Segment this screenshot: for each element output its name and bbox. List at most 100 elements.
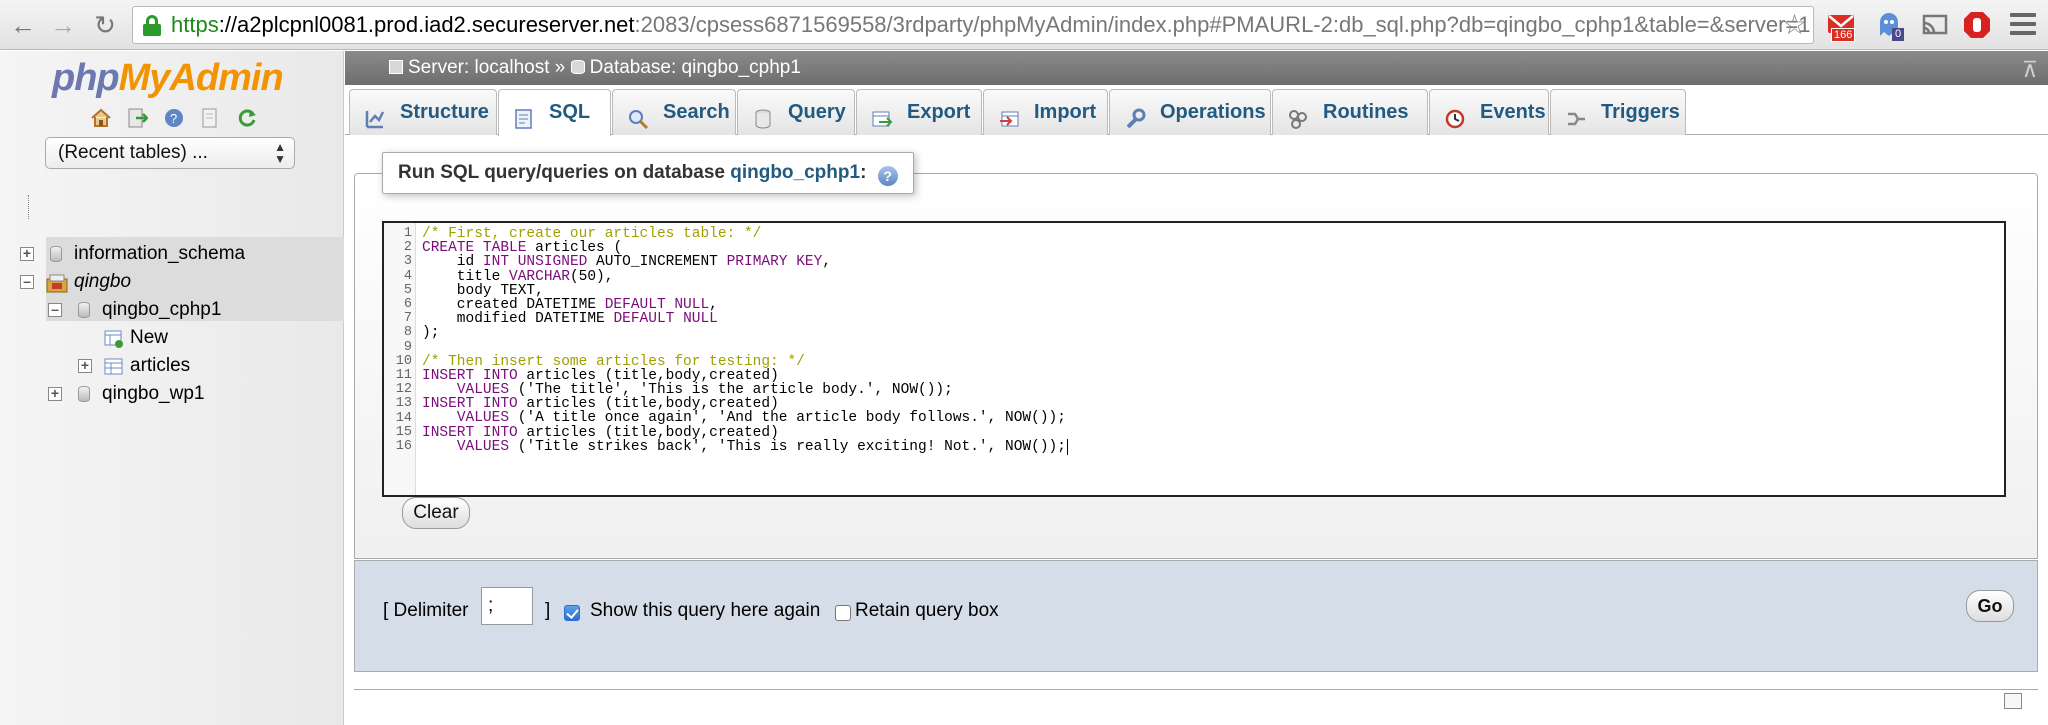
structure-icon xyxy=(364,102,386,129)
code-line: VALUES ('The title', 'This is the articl… xyxy=(456,382,953,399)
recent-tables-select[interactable]: (Recent tables) ... ▲ ▼ xyxy=(45,137,295,169)
query-options-panel: [ Delimiter ; ] Show this query here aga… xyxy=(354,560,2038,672)
line-number: 10 xyxy=(395,353,412,369)
logo-php: php xyxy=(52,57,120,99)
reload-icon[interactable]: ↻ xyxy=(88,8,122,42)
adblock-icon[interactable] xyxy=(1962,10,1992,40)
expand-information-schema-icon[interactable]: + xyxy=(20,246,34,261)
line-number: 11 xyxy=(395,368,412,383)
sql-editor[interactable]: 1 2 3 4 5 6 7 8 9 10 11 12 13 14 15 16 /* First, create… xyxy=(382,221,2006,497)
code-line: INSERT INTO articles (title,body,created… xyxy=(422,424,779,441)
logo-admin: Admin xyxy=(169,57,283,99)
delimiter-input[interactable]: ; xyxy=(481,587,533,625)
tab-routines[interactable]: Routines xyxy=(1272,89,1428,135)
tree-item-qingbo[interactable]: qingbo xyxy=(74,268,131,296)
breadcrumb-server[interactable]: Server: localhost xyxy=(408,57,550,78)
tab-events[interactable]: Events xyxy=(1429,89,1549,135)
tab-structure[interactable]: Structure xyxy=(349,89,497,135)
delimiter-label: [ Delimiter xyxy=(383,600,469,621)
line-number: 9 xyxy=(403,339,412,355)
docs-icon[interactable] xyxy=(199,107,221,129)
cast-icon[interactable] xyxy=(1920,10,1950,40)
clear-button[interactable]: Clear xyxy=(402,497,470,529)
help-icon[interactable]: ? xyxy=(163,107,185,129)
tab-label: SQL xyxy=(549,101,591,123)
tree-item-new[interactable]: New xyxy=(130,324,168,352)
code-line: modified DATETIME DEFAULT NULL xyxy=(422,311,718,328)
tab-export[interactable]: Export xyxy=(856,89,982,135)
tab-label: Export xyxy=(907,101,971,123)
line-number: 7 xyxy=(403,311,412,327)
back-icon[interactable]: ← xyxy=(6,8,40,42)
code-line: created DATETIME DEFAULT NULL, xyxy=(422,296,718,313)
home-icon[interactable] xyxy=(90,107,112,129)
tab-import[interactable]: Import xyxy=(983,89,1108,135)
database-icon xyxy=(78,386,90,402)
reload-nav-icon[interactable] xyxy=(236,107,258,129)
address-bar[interactable]: https://a2plcpnl0081.prod.iad2.secureser… xyxy=(132,6,1814,44)
import-icon xyxy=(998,102,1020,127)
tree-item-information-schema[interactable]: information_schema xyxy=(74,240,245,268)
collapse-qingbo-icon[interactable]: – xyxy=(20,274,34,289)
code-line: ​ xyxy=(422,341,1068,355)
tab-operations[interactable]: Operations xyxy=(1109,89,1271,135)
line-number-gutter: 1 2 3 4 5 6 7 8 9 10 11 12 13 14 15 16 xyxy=(384,223,416,495)
tab-label: Operations xyxy=(1160,101,1266,123)
line-number: 16 xyxy=(395,439,412,454)
legend-text: Run SQL query/queries on database xyxy=(398,162,731,183)
sql-query-legend: Run SQL query/queries on database qingbo… xyxy=(382,152,914,194)
collapse-icon[interactable]: ⊼ xyxy=(2022,53,2038,87)
browser-menu-icon[interactable] xyxy=(2010,13,2036,37)
database-crumb-icon xyxy=(570,60,585,74)
server-icon xyxy=(389,60,403,74)
navigation-panel: phpMyAdmin ? (Recent tables) ... ▲ ▼ + in… xyxy=(0,51,344,725)
tree-item-qingbo-cphp1[interactable]: qingbo_cphp1 xyxy=(102,296,221,324)
breadcrumb-database[interactable]: Database: qingbo_cphp1 xyxy=(590,57,801,78)
search-icon xyxy=(627,102,649,130)
tab-triggers[interactable]: Triggers xyxy=(1550,89,1686,135)
retain-query-checkbox[interactable] xyxy=(835,605,851,621)
console-icon[interactable] xyxy=(2004,693,2022,709)
tree-item-qingbo-wp1[interactable]: qingbo_wp1 xyxy=(102,380,204,408)
tab-sql[interactable]: SQL xyxy=(498,89,611,136)
go-button[interactable]: Go xyxy=(1966,590,2014,622)
browser-toolbar: ← → ↻ https://a2plcpnl0081.prod.iad2.sec… xyxy=(0,0,2048,50)
expand-qingbo-wp1-icon[interactable]: + xyxy=(48,386,62,401)
recent-tables-value: (Recent tables) ... xyxy=(58,142,208,163)
collapse-qingbo-cphp1-icon[interactable]: – xyxy=(48,302,62,317)
retain-query-label[interactable]: Retain query box xyxy=(855,597,999,625)
line-number: 12 xyxy=(395,382,412,398)
code-line: VALUES ('Title strikes back', 'This is r… xyxy=(456,438,1068,455)
tab-label: Query xyxy=(788,101,846,123)
url-path: :2083/cpsess6871569558/3rdparty/phpMyAdm… xyxy=(634,12,1814,37)
sql-code[interactable]: /* First, create our articles table: */C… xyxy=(422,227,1068,455)
tab-query[interactable]: Query xyxy=(737,89,855,135)
line-number: 2 xyxy=(403,240,412,256)
logo-my: My xyxy=(118,57,171,99)
line-number: 15 xyxy=(395,424,412,440)
help-icon[interactable]: ? xyxy=(877,166,898,186)
tree-item-articles[interactable]: articles xyxy=(130,352,190,380)
forward-icon[interactable]: → xyxy=(46,8,80,42)
logout-icon[interactable] xyxy=(126,107,150,129)
line-number: 13 xyxy=(395,396,412,412)
tab-label: Search xyxy=(663,101,730,123)
gmail-icon[interactable]: 166 xyxy=(1826,10,1856,42)
sql-icon xyxy=(513,102,535,129)
expand-articles-icon[interactable]: + xyxy=(78,358,92,373)
show-query-checkbox[interactable] xyxy=(564,605,580,621)
tab-label: Triggers xyxy=(1601,101,1680,123)
phpmyadmin-logo[interactable]: phpMyAdmin xyxy=(52,57,284,100)
database-icon xyxy=(50,246,62,262)
legend-db-link[interactable]: qingbo_cphp1 xyxy=(730,162,860,183)
line-number: 1 xyxy=(403,226,412,241)
new-table-icon xyxy=(104,329,124,349)
show-query-label[interactable]: Show this query here again xyxy=(590,597,820,625)
breadcrumb-separator: » xyxy=(554,57,566,78)
code-line: VALUES ('A title once again', 'And the a… xyxy=(456,410,1066,427)
code-line: CREATE TABLE articles ( xyxy=(422,240,623,257)
tab-label: Import xyxy=(1034,101,1097,123)
ghostery-icon[interactable]: 0 xyxy=(1874,10,1905,41)
bookmark-star-icon[interactable]: ☆ xyxy=(1782,8,1807,41)
tab-search[interactable]: Search xyxy=(612,89,736,135)
